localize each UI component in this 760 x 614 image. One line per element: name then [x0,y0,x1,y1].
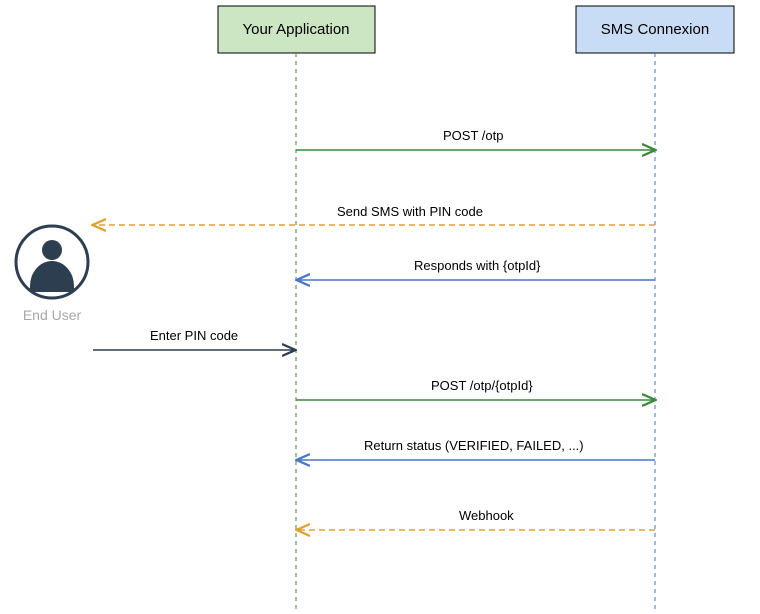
participant-your-application: Your Application [218,6,375,613]
message-label: Webhook [459,508,514,523]
actor-end-user: End User [16,226,88,323]
message-label: POST /otp [443,128,503,143]
actor-label: End User [23,307,82,323]
message-enter-pin: Enter PIN code [93,328,294,350]
message-label: Return status (VERIFIED, FAILED, ...) [364,438,584,453]
message-responds-otpid: Responds with {otpId} [298,258,655,280]
participant-app-label: Your Application [242,21,349,38]
message-label: Enter PIN code [150,328,238,343]
message-send-sms: Send SMS with PIN code [94,204,655,225]
message-label: Responds with {otpId} [414,258,541,273]
participant-sms-label: SMS Connexion [601,21,709,38]
participant-sms-connexion: SMS Connexion [576,6,734,613]
message-return-status: Return status (VERIFIED, FAILED, ...) [298,438,655,460]
message-webhook: Webhook [298,508,655,530]
sequence-diagram: Your Application SMS Connexion End User … [0,0,760,614]
message-label: Send SMS with PIN code [337,204,483,219]
message-post-otpid: POST /otp/{otpId} [296,378,654,400]
message-label: POST /otp/{otpId} [431,378,533,393]
message-post-otp: POST /otp [296,128,654,150]
